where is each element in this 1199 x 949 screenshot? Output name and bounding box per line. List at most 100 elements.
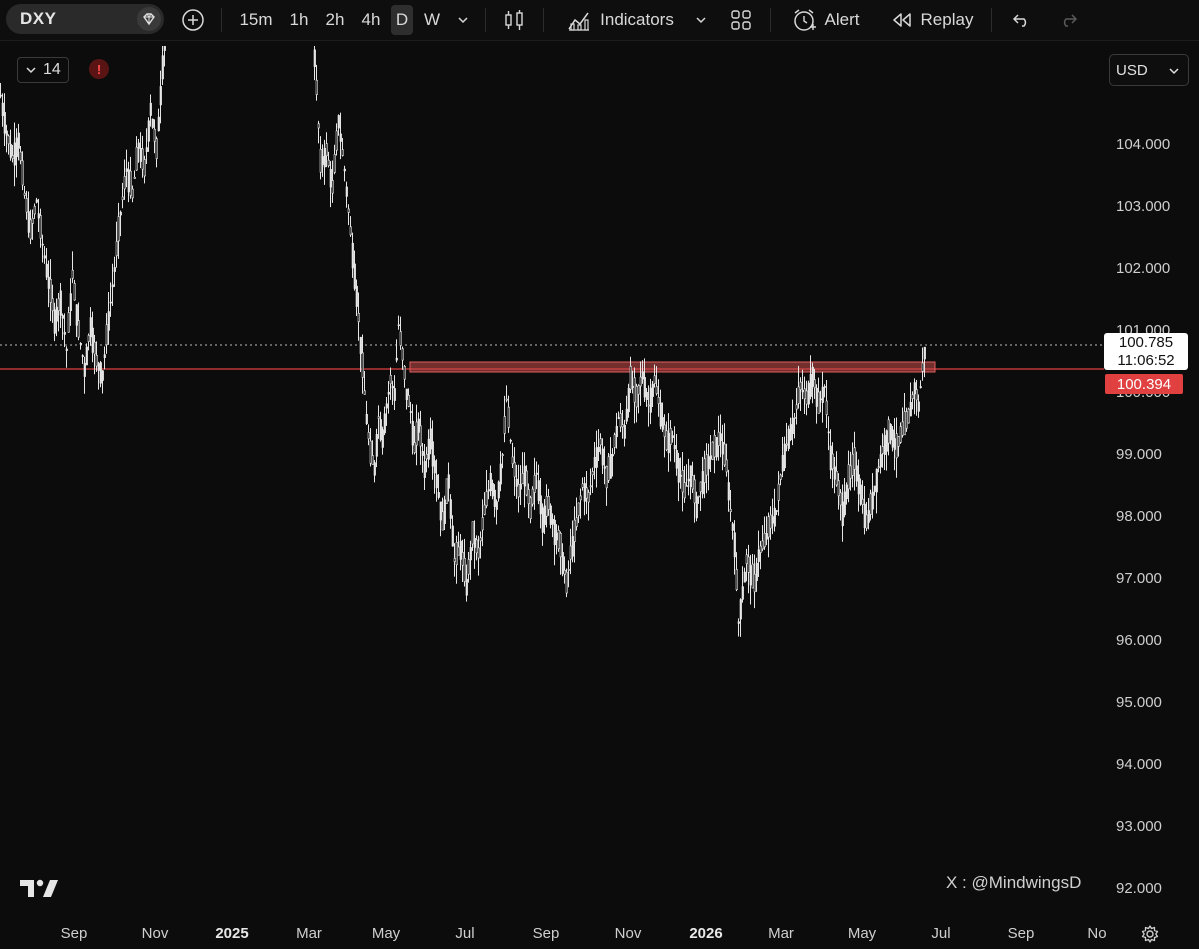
timeframe-2h[interactable]: 2h xyxy=(322,0,348,40)
candle-body xyxy=(611,454,614,457)
layout-grid-icon[interactable] xyxy=(728,0,754,40)
candle-body xyxy=(705,454,708,476)
candle-body xyxy=(85,346,88,366)
candle-body xyxy=(585,487,588,499)
candle-body xyxy=(569,545,572,560)
candle-body xyxy=(483,504,486,515)
timeframe-d[interactable]: D xyxy=(391,5,413,35)
timeframe-1h[interactable]: 1h xyxy=(286,0,312,40)
candle-body xyxy=(317,123,320,129)
price-axis[interactable]: 104.000103.000102.000101.000100.00099.00… xyxy=(1104,46,1199,918)
rewind-icon xyxy=(892,13,911,27)
candle-body xyxy=(403,366,406,380)
candle-body xyxy=(23,192,26,196)
candle-body xyxy=(37,213,40,219)
warning-icon[interactable]: ! xyxy=(89,59,109,79)
redo-icon[interactable] xyxy=(1056,0,1082,40)
candle-body xyxy=(21,160,24,186)
candle-body xyxy=(713,434,716,458)
candle-body xyxy=(881,446,884,454)
time-tick: Sep xyxy=(60,925,88,942)
candle-body xyxy=(699,481,702,493)
candle-body xyxy=(407,395,410,407)
tradingview-logo-icon[interactable] xyxy=(20,878,58,903)
candle-body xyxy=(653,375,656,384)
replay-button[interactable]: Replay xyxy=(886,0,978,40)
legend-toggle[interactable]: 14 xyxy=(17,57,69,83)
undo-icon[interactable] xyxy=(1008,0,1034,40)
indicators-label: Indicators xyxy=(600,10,674,29)
candle-body xyxy=(153,128,156,142)
candle-body xyxy=(429,428,432,450)
candle-body xyxy=(781,454,784,472)
candle-body xyxy=(145,147,148,153)
candle-body xyxy=(47,276,50,289)
timeframe-15m[interactable]: 15m xyxy=(236,0,276,40)
candle-body xyxy=(827,431,830,434)
candle-body xyxy=(39,215,42,239)
candle-body xyxy=(405,388,408,401)
candle-body xyxy=(105,324,108,346)
toolbar-divider xyxy=(991,8,992,32)
candle-body xyxy=(119,211,122,216)
candle-body xyxy=(361,352,364,378)
add-symbol-icon[interactable] xyxy=(179,0,207,40)
timeframe-dropdown-icon[interactable] xyxy=(452,0,474,40)
candle-body xyxy=(917,401,920,412)
candle-body xyxy=(323,148,326,168)
price-tick: 102.000 xyxy=(1116,260,1171,277)
settings-gear-icon[interactable] xyxy=(1140,924,1160,949)
candle-body xyxy=(715,437,718,458)
candle-body xyxy=(775,510,778,512)
time-tick: No xyxy=(1087,925,1107,942)
time-tick: May xyxy=(371,925,401,942)
candle-body xyxy=(123,176,126,190)
candle-body xyxy=(855,465,858,482)
candle-body xyxy=(101,370,104,381)
candle-body xyxy=(797,386,800,404)
candle-body xyxy=(627,388,630,413)
candle-body xyxy=(819,398,822,401)
candle-body xyxy=(87,335,90,342)
candle-body xyxy=(727,482,730,501)
resistance-zone[interactable] xyxy=(409,361,936,373)
candle-body xyxy=(133,176,136,179)
candle-body xyxy=(397,324,400,327)
candles-group xyxy=(0,46,926,637)
indicators-dropdown-icon[interactable] xyxy=(690,0,712,40)
candles-icon[interactable] xyxy=(500,0,528,40)
price-chart[interactable] xyxy=(0,46,1104,918)
candle-body xyxy=(853,447,856,470)
toolbar-divider xyxy=(485,8,486,32)
candle-body xyxy=(53,309,56,334)
candle-body xyxy=(423,460,426,478)
candle-body xyxy=(421,451,424,456)
time-axis[interactable]: Sep Nov 2025 Mar May Jul Sep Nov 2026 Mar May Jul Se… xyxy=(0,918,1107,944)
candle-body xyxy=(911,394,914,399)
candle-body xyxy=(923,346,926,360)
candle-body xyxy=(347,208,350,213)
candle-body xyxy=(865,514,868,529)
candle-body xyxy=(663,424,666,437)
candle-body xyxy=(857,474,860,495)
candle-body xyxy=(521,473,524,484)
candle-body xyxy=(603,466,606,469)
candle-body xyxy=(0,94,2,97)
candle-body xyxy=(739,599,742,620)
timeframe-4h[interactable]: 4h xyxy=(358,0,384,40)
candle-body xyxy=(591,471,594,476)
candle-body xyxy=(815,387,818,407)
indicators-button[interactable]: Indicators xyxy=(560,0,680,40)
symbol-search-button[interactable]: DXY xyxy=(6,4,164,34)
timeframe-w[interactable]: W xyxy=(421,0,443,40)
candle-body xyxy=(355,285,358,307)
candle-body xyxy=(915,389,918,401)
candle-body xyxy=(841,501,844,527)
candle-body xyxy=(733,532,736,558)
diamond-icon[interactable] xyxy=(137,7,161,31)
candle-body xyxy=(755,562,758,582)
candle-body xyxy=(631,386,634,388)
alert-button[interactable]: Alert xyxy=(786,0,864,40)
toolbar-divider xyxy=(770,8,771,32)
candle-body xyxy=(51,298,54,312)
